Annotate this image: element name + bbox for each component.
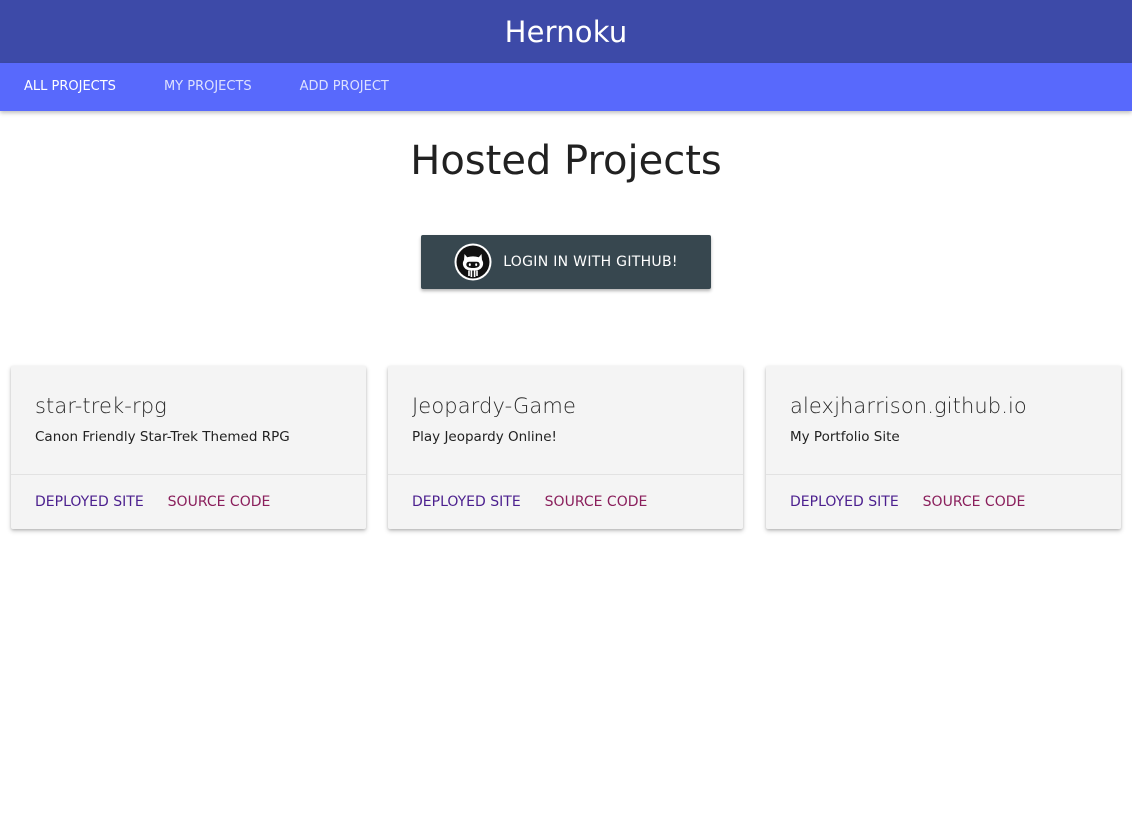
- card-content: Jeopardy-Game Play Jeopardy Online!: [388, 366, 743, 475]
- page-title: Hosted Projects: [410, 138, 722, 184]
- project-card: alexjharrison.github.io My Portfolio Sit…: [766, 366, 1121, 529]
- project-cards: star-trek-rpg Canon Friendly Star-Trek T…: [11, 366, 1121, 529]
- github-octocat-icon: [454, 243, 492, 281]
- project-description: Play Jeopardy Online!: [412, 429, 557, 445]
- nav-item-my-projects[interactable]: MY PROJECTS: [140, 63, 276, 111]
- nav-bar: ALL PROJECTS MY PROJECTS ADD PROJECT: [0, 63, 1132, 111]
- github-login-label: LOGIN IN WITH GITHUB!: [503, 254, 678, 270]
- nav-item-all-projects[interactable]: ALL PROJECTS: [0, 63, 140, 111]
- brand-logo[interactable]: Hernoku: [505, 15, 628, 49]
- card-actions: DEPLOYED SITE SOURCE CODE: [388, 475, 743, 529]
- project-card: Jeopardy-Game Play Jeopardy Online! DEPL…: [388, 366, 743, 529]
- nav-item-add-project[interactable]: ADD PROJECT: [276, 63, 413, 111]
- card-content: alexjharrison.github.io My Portfolio Sit…: [766, 366, 1121, 475]
- project-description: Canon Friendly Star-Trek Themed RPG: [35, 429, 290, 445]
- deployed-site-link[interactable]: DEPLOYED SITE: [790, 494, 899, 510]
- github-login-button[interactable]: LOGIN IN WITH GITHUB!: [421, 235, 711, 289]
- card-actions: DEPLOYED SITE SOURCE CODE: [766, 475, 1121, 529]
- source-code-link[interactable]: SOURCE CODE: [923, 494, 1026, 510]
- project-title: alexjharrison.github.io: [790, 394, 1027, 418]
- deployed-site-link[interactable]: DEPLOYED SITE: [412, 494, 521, 510]
- card-content: star-trek-rpg Canon Friendly Star-Trek T…: [11, 366, 366, 475]
- project-title: Jeopardy-Game: [412, 394, 576, 418]
- card-actions: DEPLOYED SITE SOURCE CODE: [11, 475, 366, 529]
- app-header: Hernoku: [0, 0, 1132, 63]
- source-code-link[interactable]: SOURCE CODE: [545, 494, 648, 510]
- source-code-link[interactable]: SOURCE CODE: [168, 494, 271, 510]
- project-description: My Portfolio Site: [790, 429, 900, 445]
- deployed-site-link[interactable]: DEPLOYED SITE: [35, 494, 144, 510]
- project-card: star-trek-rpg Canon Friendly Star-Trek T…: [11, 366, 366, 529]
- project-title: star-trek-rpg: [35, 394, 167, 418]
